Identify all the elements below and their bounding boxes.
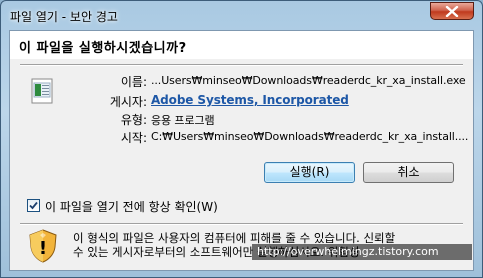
always-ask-label[interactable]: 이 파일을 열기 전에 항상 확인(W)	[45, 198, 218, 215]
watermark-url: http://overwhelmingz.tistory.com	[252, 244, 472, 260]
run-button[interactable]: 실행(R)	[264, 162, 355, 183]
publisher-link[interactable]: Adobe Systems, Incorporated	[151, 93, 349, 107]
separator	[20, 64, 463, 66]
title-bar[interactable]: 파일 열기 - 보안 경고	[1, 1, 482, 29]
application-file-icon	[31, 78, 53, 107]
dialog-client-area: 이 파일을 실행하시겠습니까? 이름: 게시자: 유형: 시작: ...User…	[9, 30, 474, 271]
question-header: 이 파일을 실행하시겠습니까?	[10, 31, 473, 59]
file-type-value: 응용 프로그램	[151, 114, 215, 127]
name-label: 이름:	[120, 75, 147, 89]
window-title: 파일 열기 - 보안 경고	[10, 10, 118, 24]
svg-text:!: !	[39, 238, 47, 259]
security-warning-shield-icon: !	[28, 229, 58, 266]
separator	[20, 223, 463, 225]
checkmark-icon	[29, 201, 38, 210]
run-question: 이 파일을 실행하시겠습니까?	[19, 41, 187, 56]
dialog-window: 파일 열기 - 보안 경고 이 파일을 실행하시겠습니까? 이름: 게시자: 유…	[0, 0, 483, 278]
warning-line-1: 이 형식의 파일은 사용자의 컴퓨터에 피해를 줄 수 있습니다. 신뢰할	[73, 231, 396, 245]
close-button[interactable]	[430, 2, 474, 20]
file-name-value: ...Users₩minseo₩Downloads₩readerdc_kr_xa…	[151, 74, 466, 87]
from-label: 시작:	[120, 131, 147, 145]
publisher-label: 게시자:	[109, 95, 147, 109]
always-ask-checkbox[interactable]	[27, 199, 40, 212]
type-label: 유형:	[120, 113, 147, 127]
cancel-button[interactable]: 취소	[363, 162, 454, 183]
file-location-value: C:₩Users₩minseo₩Downloads₩readerdc_kr_xa…	[151, 130, 469, 143]
close-icon	[445, 6, 459, 17]
